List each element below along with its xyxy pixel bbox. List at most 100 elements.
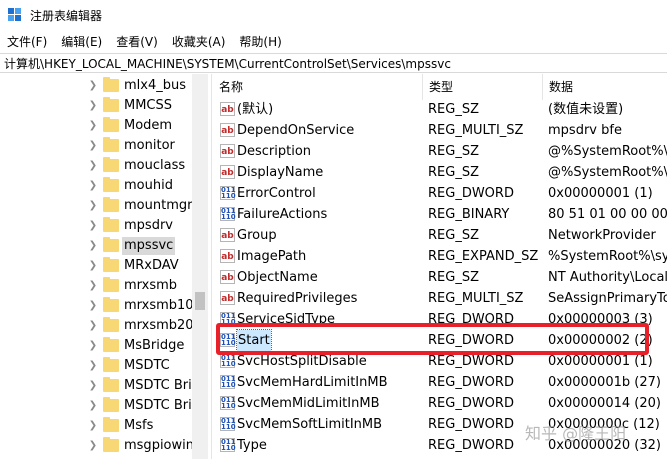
value-row[interactable]: 011 110 SvcMemMidLimitInMB REG_DWORD 0x00000…	[213, 393, 667, 414]
column-header-name[interactable]: 名称	[213, 74, 423, 100]
chevron-right-icon[interactable]: ❯	[88, 376, 98, 396]
value-type: REG_EXPAND_SZ	[428, 249, 539, 264]
tree-item[interactable]: ❯ mrxsmb20	[0, 316, 194, 336]
chevron-right-icon[interactable]: ❯	[88, 76, 98, 96]
tree-scrollbar-thumb[interactable]	[195, 292, 205, 310]
value-row[interactable]: abDescription REG_SZ @%SystemRoot%\sy	[213, 141, 667, 162]
chevron-right-icon[interactable]: ❯	[88, 196, 98, 216]
folder-icon	[103, 237, 119, 252]
tree-item[interactable]: ❯ msgpiowin3	[0, 436, 202, 456]
chevron-right-icon[interactable]: ❯	[88, 296, 98, 316]
value-row[interactable]: ab Group REG_SZ NetworkProvider	[213, 225, 667, 246]
value-name: ObjectName	[237, 270, 318, 285]
value-data: 0x00000014 (20)	[548, 396, 661, 411]
value-data: @%SystemRoot%\sy	[548, 165, 667, 180]
tree-item[interactable]: ❯ MRxDAV	[0, 256, 192, 276]
tree-item-label: mlx4_bus	[124, 78, 187, 93]
value-row[interactable]: 011 110 ErrorControl REG_DWORD 0x00000001 (1…	[213, 183, 667, 204]
chevron-right-icon[interactable]: ❯	[88, 276, 98, 296]
menu-favorites[interactable]: 收藏夹(A)	[165, 33, 233, 50]
value-row[interactable]: abObjectName REG_SZ NT Authority\LocalSe	[213, 267, 667, 288]
value-type: REG_DWORD	[428, 438, 514, 453]
folder-icon	[103, 337, 119, 352]
string-value-icon: ab	[220, 123, 235, 137]
value-row[interactable]: abImagePath REG_EXPAND_SZ %SystemRoot%\sys…	[213, 246, 667, 267]
chevron-right-icon[interactable]: ❯	[88, 216, 98, 236]
list-header: 名称 类型 数据	[213, 74, 667, 100]
value-name: DisplayName	[237, 165, 324, 180]
tree-item[interactable]: ❯ Msfs	[0, 416, 192, 436]
title-bar: 注册表编辑器	[0, 0, 667, 30]
tree-item[interactable]: ❯ MSDTC Brid	[0, 396, 200, 416]
folder-icon	[103, 397, 119, 412]
chevron-right-icon[interactable]: ❯	[88, 316, 98, 336]
chevron-right-icon[interactable]: ❯	[88, 136, 98, 156]
value-row[interactable]: ab DependOnService REG_MULTI_SZ mpsdrv bfe	[213, 120, 667, 141]
value-type: REG_DWORD	[428, 417, 514, 432]
tree-item[interactable]: ❯ MMCSS	[0, 96, 192, 116]
folder-icon	[103, 377, 119, 392]
string-value-icon: ab	[220, 291, 235, 305]
tree-item[interactable]: ❯ mountmgr	[0, 196, 192, 216]
menu-view[interactable]: 查看(V)	[109, 33, 165, 50]
chevron-right-icon[interactable]: ❯	[88, 96, 98, 116]
value-data: 80 51 01 00 00 00 00	[548, 207, 667, 222]
menu-edit[interactable]: 编辑(E)	[54, 33, 109, 50]
chevron-right-icon[interactable]: ❯	[88, 336, 98, 356]
tree-item[interactable]: ❯ mrxsmb	[0, 276, 192, 296]
chevron-right-icon[interactable]: ❯	[88, 156, 98, 176]
folder-icon	[103, 357, 119, 372]
value-row[interactable]: ab (默认) REG_SZ (数值未设置)	[213, 99, 667, 120]
value-row[interactable]: 011 110 SvcMemHardLimitInMB REG_DWORD 0x0000…	[213, 372, 667, 393]
value-row[interactable]: ab RequiredPrivileges REG_MULTI_SZ SeAssign…	[213, 288, 667, 309]
folder-icon	[103, 217, 119, 232]
menu-file[interactable]: 文件(F)	[0, 33, 54, 50]
value-data: (数值未设置)	[548, 102, 624, 117]
column-header-data[interactable]: 数据	[543, 74, 667, 100]
value-type: REG_SZ	[428, 144, 479, 159]
value-data: %SystemRoot%\syst	[548, 249, 667, 264]
tree-item-label: mouclass	[124, 158, 186, 173]
value-data: 0x0000001b (27)	[548, 375, 661, 390]
value-type: REG_MULTI_SZ	[428, 123, 524, 138]
chevron-right-icon[interactable]: ❯	[88, 236, 98, 256]
tree-item[interactable]: ❯ mouhid	[0, 176, 192, 196]
tree-item[interactable]: ❯ MSDTC Brid	[0, 376, 200, 396]
column-header-type[interactable]: 类型	[423, 74, 543, 100]
tree-scrollbar[interactable]	[192, 74, 208, 459]
chevron-right-icon[interactable]: ❯	[88, 416, 98, 436]
value-type: REG_SZ	[428, 228, 479, 243]
tree-item[interactable]: ❯ mpsdrv	[0, 216, 192, 236]
folder-icon	[103, 197, 119, 212]
tree-item[interactable]: ❯ MSDTC	[0, 356, 192, 376]
tree-item[interactable]: ❯ monitor	[0, 136, 192, 156]
value-type: REG_BINARY	[428, 207, 510, 222]
tree-item-label: mrxsmb10	[124, 298, 194, 313]
tree-item-label: monitor	[124, 138, 175, 153]
tree-item[interactable]: ❯ MsBridge	[0, 336, 192, 356]
chevron-right-icon[interactable]: ❯	[88, 436, 98, 456]
value-type: REG_DWORD	[428, 186, 514, 201]
menu-help[interactable]: 帮助(H)	[232, 33, 288, 50]
tree-item-label: mpsdrv	[124, 218, 173, 233]
regedit-app-icon	[8, 8, 22, 22]
chevron-right-icon[interactable]: ❯	[88, 176, 98, 196]
tree-item-label: MSDTC	[124, 358, 170, 373]
window-title: 注册表编辑器	[30, 8, 103, 23]
value-row[interactable]: abDisplayName REG_SZ @%SystemRoot%\sy	[213, 162, 667, 183]
tree-item[interactable]: ❯ mrxsmb10	[0, 296, 194, 316]
tree-item-label: mrxsmb	[124, 278, 178, 293]
address-bar[interactable]: 计算机\HKEY_LOCAL_MACHINE\SYSTEM\CurrentCon…	[0, 53, 667, 73]
chevron-right-icon[interactable]: ❯	[88, 396, 98, 416]
folder-icon	[103, 97, 119, 112]
tree-item[interactable]: ❯ mpssvc	[0, 236, 192, 256]
tree-item[interactable]: ❯ mouclass	[0, 156, 192, 176]
chevron-right-icon[interactable]: ❯	[88, 256, 98, 276]
chevron-right-icon[interactable]: ❯	[88, 116, 98, 136]
tree-item[interactable]: ❯ mlx4_bus	[0, 76, 192, 96]
value-name: RequiredPrivileges	[237, 291, 358, 306]
chevron-right-icon[interactable]: ❯	[88, 356, 98, 376]
string-value-icon: ab	[220, 249, 235, 263]
tree-item[interactable]: ❯ Modem	[0, 116, 192, 136]
value-row[interactable]: 011 110 FailureActions REG_BINARY 80 51 01 0…	[213, 204, 667, 225]
